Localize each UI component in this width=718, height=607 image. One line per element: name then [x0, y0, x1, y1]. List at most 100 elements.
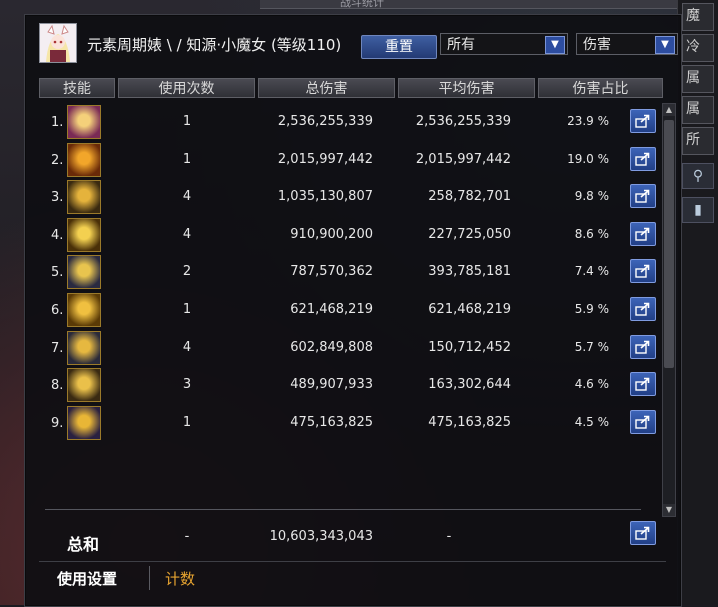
side-tab-2[interactable]: 冷 — [682, 34, 714, 62]
total-row: 总和 - 10,603,343,043 - — [39, 517, 679, 557]
row-damage-share: 5.9 % — [574, 301, 609, 316]
column-header-total-damage[interactable]: 总伤害 — [258, 78, 395, 98]
divider — [45, 509, 641, 510]
row-index: 2. — [51, 152, 64, 168]
skill-table: 1. 1 2,536,255,339 2,536,255,339 23.9 % 2. 1 2,… — [39, 103, 679, 441]
side-tab-3[interactable]: 属 — [682, 65, 714, 93]
table-row: 2. 1 2,015,997,442 2,015,997,442 19.0 % — [39, 141, 679, 179]
row-total-damage: 489,907,933 — [290, 377, 373, 393]
skill-icon-dark-gate — [67, 105, 101, 139]
scroll-thumb[interactable] — [664, 120, 674, 368]
share-icon — [635, 377, 650, 391]
row-total-damage: 621,468,219 — [290, 301, 373, 317]
share-icon — [635, 265, 650, 279]
share-button[interactable] — [630, 296, 656, 321]
share-icon — [635, 340, 650, 354]
row-uses: 4 — [182, 226, 192, 242]
row-total-damage: 910,900,200 — [290, 226, 373, 242]
column-header-skill[interactable]: 技能 — [39, 78, 115, 98]
table-row: 7. 4 602,849,808 150,712,452 5.7 % — [39, 329, 679, 367]
window-title-strip: 战斗统计 — [260, 0, 680, 9]
share-icon — [635, 152, 650, 166]
table-row: 1. 1 2,536,255,339 2,536,255,339 23.9 % — [39, 103, 679, 141]
share-button[interactable] — [630, 146, 656, 171]
table-scrollbar[interactable]: ▲ ▼ — [662, 103, 676, 517]
scroll-up-icon[interactable]: ▲ — [663, 104, 675, 116]
share-button[interactable] — [630, 372, 656, 397]
metric-select[interactable]: 伤害 ▼ — [576, 33, 678, 55]
scroll-down-icon[interactable]: ▼ — [663, 504, 675, 516]
total-label: 总和 — [67, 535, 100, 554]
row-damage-share: 8.6 % — [574, 226, 609, 241]
row-avg-damage: 150,712,452 — [428, 339, 511, 355]
row-index: 3. — [51, 190, 64, 206]
character-name: 元素周期婊 \ / 知源·小魔女 (等级110) — [87, 36, 342, 54]
share-button[interactable] — [630, 259, 656, 284]
row-uses: 1 — [182, 151, 192, 167]
row-damage-share: 5.7 % — [574, 339, 609, 354]
row-index: 7. — [51, 340, 64, 356]
row-total-damage: 2,015,997,442 — [277, 151, 373, 167]
folder-icon[interactable]: ▮ — [682, 197, 714, 223]
total-damage: 10,603,343,043 — [269, 529, 373, 544]
row-uses: 4 — [182, 339, 192, 355]
table-row: 5. 2 787,570,362 393,785,181 7.4 % — [39, 253, 679, 291]
row-index: 4. — [51, 227, 64, 243]
bottom-tabs: 使用设置 计数 — [39, 561, 666, 592]
window-title: 战斗统计 — [340, 0, 384, 9]
side-tab-4[interactable]: 属 — [682, 96, 714, 124]
panel-header: 元素周期婊 \ / 知源·小魔女 (等级110) 重置 所有 ▼ 伤害 ▼ — [25, 15, 681, 75]
share-button[interactable] — [630, 109, 656, 133]
skill-icon-vortex — [67, 330, 101, 365]
table-row: 6. 1 621,468,219 621,468,219 5.9 % — [39, 291, 679, 329]
row-total-damage: 602,849,808 — [290, 339, 373, 355]
row-uses: 4 — [182, 189, 192, 205]
filter-select[interactable]: 所有 ▼ — [440, 33, 568, 55]
column-header-damage-share[interactable]: 伤害占比 — [538, 78, 663, 98]
table-row: 3. 4 1,035,130,807 258,782,701 9.8 % — [39, 178, 679, 216]
skill-icon-fire-beam — [67, 142, 101, 177]
row-index: 6. — [51, 302, 64, 318]
reset-button[interactable]: 重置 — [361, 35, 437, 59]
row-uses: 3 — [182, 377, 192, 393]
row-damage-share: 9.8 % — [574, 189, 609, 204]
share-icon — [635, 114, 650, 128]
column-header-uses[interactable]: 使用次数 — [118, 78, 255, 98]
table-row: 4. 4 910,900,200 227,725,050 8.6 % — [39, 216, 679, 254]
row-index: 8. — [51, 378, 64, 394]
total-avg: - — [446, 529, 452, 544]
row-damage-share: 23.9 % — [567, 114, 609, 128]
row-avg-damage: 621,468,219 — [428, 301, 511, 317]
tab-count[interactable]: 计数 — [165, 568, 195, 589]
row-damage-share: 19.0 % — [567, 151, 609, 166]
table-row: 8. 3 489,907,933 163,302,644 4.6 % — [39, 366, 679, 404]
skill-icon-scroll-blue — [67, 255, 101, 290]
row-uses: 1 — [182, 114, 192, 129]
side-tab-5[interactable]: 所 — [682, 127, 714, 155]
share-button[interactable] — [630, 409, 656, 434]
row-uses: 1 — [182, 414, 192, 430]
column-header-avg-damage[interactable]: 平均伤害 — [398, 78, 535, 98]
share-button[interactable] — [630, 334, 656, 359]
skill-icon-cat-fire — [67, 180, 101, 215]
share-icon — [635, 526, 650, 540]
search-icon[interactable]: ⚲ — [682, 163, 714, 189]
damage-stats-panel: 元素周期婊 \ / 知源·小魔女 (等级110) 重置 所有 ▼ 伤害 ▼ 技能… — [24, 14, 682, 607]
row-avg-damage: 227,725,050 — [428, 226, 511, 242]
avatar — [39, 23, 77, 63]
row-avg-damage: 258,782,701 — [428, 189, 511, 205]
row-damage-share: 4.6 % — [574, 377, 609, 392]
row-index: 1. — [51, 115, 64, 130]
row-index: 5. — [51, 265, 64, 281]
tab-usage-settings[interactable]: 使用设置 — [57, 568, 117, 589]
share-button[interactable] — [630, 184, 656, 209]
row-total-damage: 2,536,255,339 — [277, 114, 373, 129]
row-total-damage: 787,570,362 — [290, 264, 373, 280]
share-button[interactable] — [630, 521, 656, 545]
share-button[interactable] — [630, 221, 656, 246]
skill-icon-rune — [67, 368, 101, 403]
side-tab-1[interactable]: 魔 — [682, 3, 714, 31]
row-total-damage: 1,035,130,807 — [277, 189, 373, 205]
share-icon — [635, 415, 650, 429]
share-icon — [635, 302, 650, 316]
